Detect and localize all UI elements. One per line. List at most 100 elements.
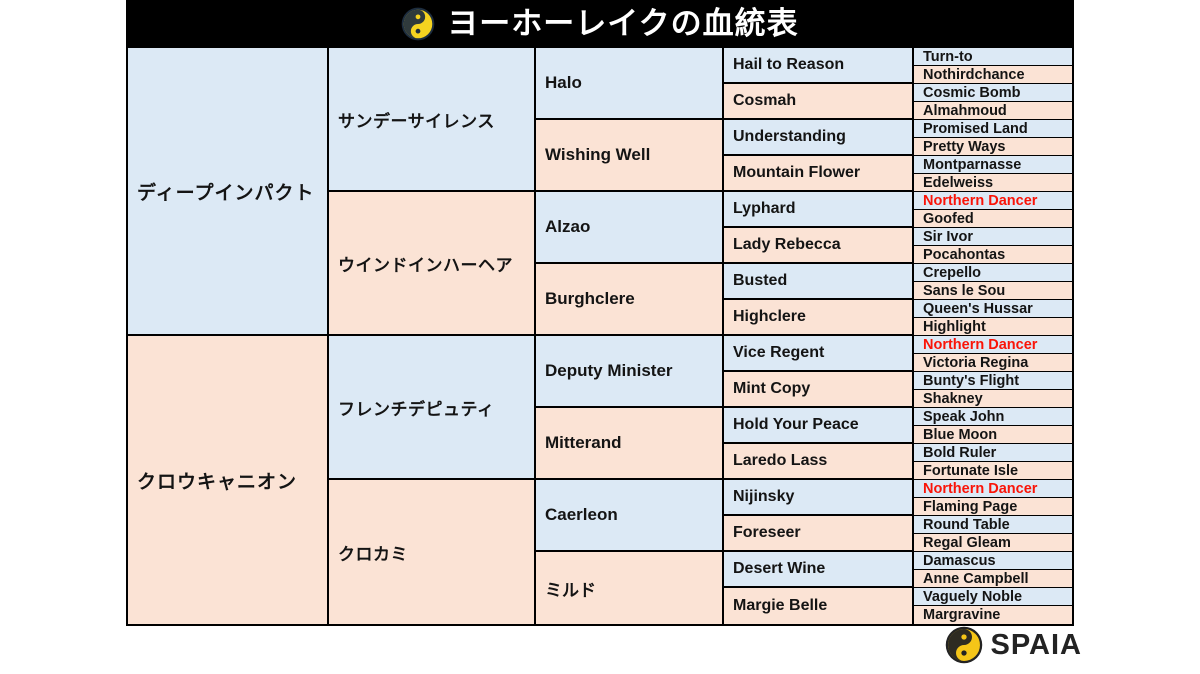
horse-name: Pocahontas — [923, 246, 1006, 263]
horse-name: Goofed — [923, 210, 974, 227]
pedigree-cell-gen4: Mountain Flower — [724, 156, 914, 192]
pedigree-cell-gen4: Understanding — [724, 120, 914, 156]
pedigree-cell-gen5: Pocahontas — [914, 246, 1072, 264]
horse-name: Victoria Regina — [923, 354, 1029, 371]
pedigree-cell-gen3: ミルド — [536, 552, 724, 624]
pedigree-cell-gen5: Northern Dancer — [914, 336, 1072, 354]
horse-name: Lady Rebecca — [733, 236, 841, 253]
horse-name: Hail to Reason — [733, 56, 845, 73]
horse-name: Highlight — [923, 318, 986, 335]
title-bar: ヨーホーレイクの血統表 — [126, 0, 1074, 48]
horse-name: Highclere — [733, 308, 806, 325]
pedigree-cell-gen5: Sans le Sou — [914, 282, 1072, 300]
pedigree-cell-gen2: サンデーサイレンス — [329, 48, 536, 192]
horse-name: Round Table — [923, 516, 1010, 533]
pedigree-cell-gen5: Goofed — [914, 210, 1072, 228]
horse-name: Desert Wine — [733, 560, 826, 577]
pedigree-cell-gen5: Northern Dancer — [914, 192, 1072, 210]
horse-name: Understanding — [733, 128, 846, 145]
page-title: ヨーホーレイクの血統表 — [447, 5, 799, 42]
horse-name: Cosmah — [733, 92, 797, 109]
pedigree-cell-gen4: Cosmah — [724, 84, 914, 120]
horse-name: Speak John — [923, 408, 1005, 425]
pedigree-cell-gen2: フレンチデピュティ — [329, 336, 536, 480]
pedigree-cell-gen5: Montparnasse — [914, 156, 1072, 174]
pedigree-cell-gen5: Fortunate Isle — [914, 462, 1072, 480]
pedigree-cell-gen5: Promised Land — [914, 120, 1072, 138]
horse-name: Mint Copy — [733, 380, 811, 397]
pedigree-cell-gen5: Regal Gleam — [914, 534, 1072, 552]
horse-name: Busted — [733, 272, 788, 289]
horse-name: Queen's Hussar — [923, 300, 1033, 317]
horse-name: Alzao — [545, 217, 591, 236]
pedigree-generation-3: Halo Wishing Well Alzao Burghclere Deputy Mi… — [536, 48, 724, 624]
pedigree-cell-gen5: Bold Ruler — [914, 444, 1072, 462]
pedigree-cell-gen4: Busted — [724, 264, 914, 300]
pedigree-cell-gen5: Shakney — [914, 390, 1072, 408]
pedigree-cell-gen3: Mitterand — [536, 408, 724, 480]
horse-name: フレンチデピュティ — [338, 399, 495, 420]
pedigree-cell-gen5: Anne Campbell — [914, 570, 1072, 588]
pedigree-cell-gen5: Round Table — [914, 516, 1072, 534]
pedigree-cell-gen3: Deputy Minister — [536, 336, 724, 408]
pedigree-cell-gen3: Wishing Well — [536, 120, 724, 192]
pedigree-cell-gen5: Queen's Hussar — [914, 300, 1072, 318]
horse-name: Montparnasse — [923, 156, 1022, 173]
spaia-swirl-icon — [401, 7, 435, 41]
pedigree-cell-gen5: Highlight — [914, 318, 1072, 336]
pedigree-cell-gen5: Pretty Ways — [914, 138, 1072, 156]
horse-name: Regal Gleam — [923, 534, 1011, 551]
pedigree-cell-gen4: Lyphard — [724, 192, 914, 228]
horse-name: クロウキャニオン — [137, 470, 298, 493]
horse-name: Caerleon — [545, 505, 618, 524]
pedigree-cell-gen5: Cosmic Bomb — [914, 84, 1072, 102]
pedigree-cell-gen5: Nothirdchance — [914, 66, 1072, 84]
horse-name: サンデーサイレンス — [338, 111, 495, 132]
horse-name: Shakney — [923, 390, 983, 407]
pedigree-cell-gen3: Burghclere — [536, 264, 724, 336]
horse-name: Deputy Minister — [545, 361, 673, 380]
pedigree-cell-gen5: Northern Dancer — [914, 480, 1072, 498]
pedigree-cell-gen5: Damascus — [914, 552, 1072, 570]
pedigree-cell-gen5: Almahmoud — [914, 102, 1072, 120]
horse-name: Wishing Well — [545, 145, 651, 164]
horse-name: Margravine — [923, 607, 1001, 623]
pedigree-cell-gen4: Vice Regent — [724, 336, 914, 372]
pedigree-cell-gen5: Sir Ivor — [914, 228, 1072, 246]
pedigree-cell-gen3: Halo — [536, 48, 724, 120]
horse-name: Burghclere — [545, 289, 635, 308]
pedigree-cell-gen5: Turn-to — [914, 48, 1072, 66]
pedigree-generation-4: Hail to Reason Cosmah Understanding Mountai… — [724, 48, 914, 624]
horse-name: Halo — [545, 73, 582, 92]
horse-name: クロカミ — [338, 544, 408, 565]
pedigree-cell-gen5: Victoria Regina — [914, 354, 1072, 372]
horse-name: Mitterand — [545, 433, 622, 452]
pedigree-cell-gen4: Lady Rebecca — [724, 228, 914, 264]
horse-name: Fortunate Isle — [923, 462, 1019, 479]
pedigree-generation-1: ディープインパクト クロウキャニオン — [128, 48, 329, 624]
horse-name: Northern Dancer — [923, 480, 1038, 497]
horse-name: Foreseer — [733, 524, 801, 541]
horse-name: Nijinsky — [733, 488, 795, 505]
pedigree-cell-gen4: Desert Wine — [724, 552, 914, 588]
horse-name: Mountain Flower — [733, 164, 861, 181]
pedigree-cell-gen4: Nijinsky — [724, 480, 914, 516]
horse-name: Anne Campbell — [923, 570, 1029, 587]
horse-name: Cosmic Bomb — [923, 84, 1021, 101]
horse-name: Vice Regent — [733, 344, 825, 361]
horse-name: Vaguely Noble — [923, 588, 1023, 605]
pedigree-cell-gen3: Alzao — [536, 192, 724, 264]
spaia-brand-logo: SPAIA — [945, 626, 1082, 664]
horse-name: Promised Land — [923, 120, 1028, 137]
pedigree-table: ディープインパクト クロウキャニオン サンデーサイレンス ウインドインハーヘア フレン… — [126, 48, 1074, 626]
pedigree-generation-2: サンデーサイレンス ウインドインハーヘア フレンチデピュティ クロカミ — [329, 48, 536, 624]
horse-name: Turn-to — [923, 48, 973, 65]
horse-name: ミルド — [545, 580, 596, 600]
pedigree-cell-gen4: Margie Belle — [724, 588, 914, 624]
pedigree-cell-gen4: Mint Copy — [724, 372, 914, 408]
pedigree-cell-gen3: Caerleon — [536, 480, 724, 552]
horse-name: ウインドインハーヘア — [338, 255, 513, 276]
pedigree-cell-gen5: Speak John — [914, 408, 1072, 426]
pedigree-cell-gen2: クロカミ — [329, 480, 536, 624]
horse-name: Damascus — [923, 552, 996, 569]
